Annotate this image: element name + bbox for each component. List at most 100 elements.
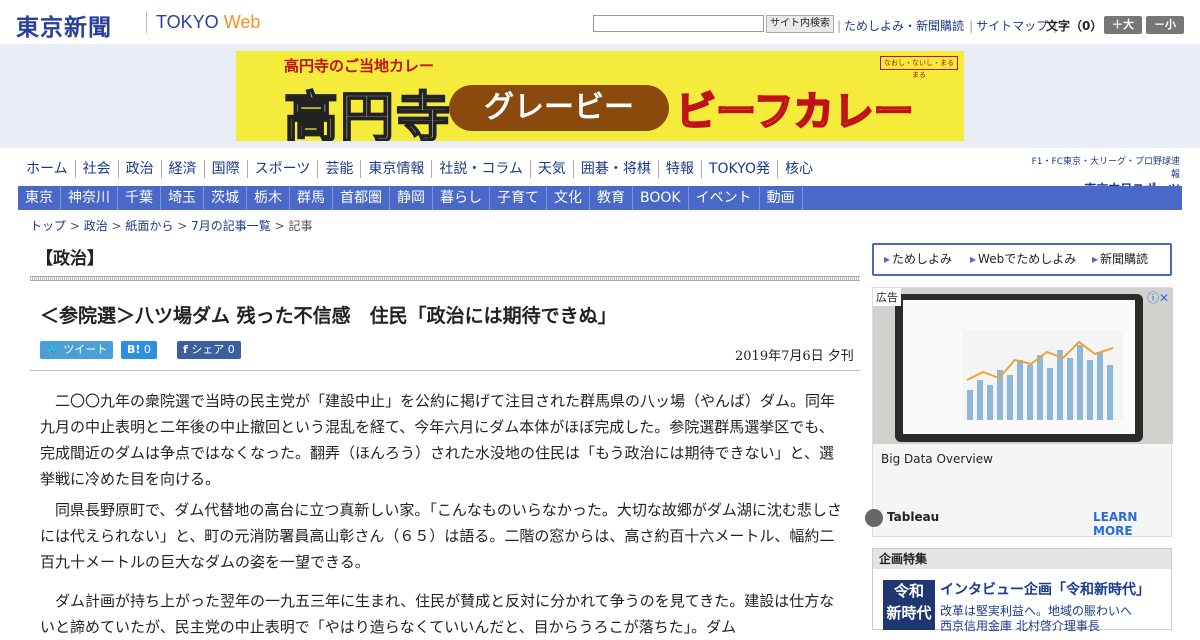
site-search-button[interactable]: サイト内検索 <box>766 15 834 33</box>
logo-tokyo-text: TOKYO <box>156 12 224 32</box>
crumb-politics[interactable]: 政治 <box>84 219 108 233</box>
crumb-separator: > <box>66 219 84 233</box>
facebook-icon: f <box>183 343 188 356</box>
nav2-tochigi[interactable]: 栃木 <box>247 186 290 210</box>
curry-ad-banner[interactable]: 高円寺のご当地カレー 高円寺 グレービー ビーフカレー なおし・ないし・まるまる <box>236 51 964 141</box>
breadcrumb: トップ > 政治 > 紙面から > 7月の記事一覧 > 記事 <box>30 217 312 234</box>
nav-sports[interactable]: スポーツ <box>248 160 319 178</box>
nav-editorial[interactable]: 社説・コラム <box>432 160 531 178</box>
nav-tokyo-hatsu[interactable]: TOKYO発 <box>702 160 778 178</box>
web-trial-button[interactable]: Webでためしよみ <box>970 245 1076 274</box>
sidebar-ad[interactable]: 広告 ⓘ✕ Big Data Overview Tableau LEARN MO… <box>865 287 1173 538</box>
crumb-print[interactable]: 紙面から <box>125 219 173 233</box>
link-sitemap[interactable]: サイトマップ <box>976 19 1048 33</box>
nav2-saitama[interactable]: 埼玉 <box>161 186 204 210</box>
logo-divider <box>146 11 147 33</box>
font-larger-button[interactable]: ＋大 <box>1104 16 1142 34</box>
nav2-gunma[interactable]: 群馬 <box>290 186 333 210</box>
ad-brand-name: Tableau <box>887 510 940 524</box>
subscribe-button[interactable]: 新聞購読 <box>1092 245 1148 274</box>
ad-info-icon[interactable]: ⓘ✕ <box>1147 289 1169 306</box>
tweet-label: ツイート <box>63 343 108 356</box>
nav2-metro[interactable]: 首都圏 <box>333 186 390 210</box>
crumb-july-list[interactable]: 7月の記事一覧 <box>191 219 271 233</box>
nav-entertainment[interactable]: 芸能 <box>318 160 362 178</box>
ad-image: 広告 ⓘ✕ <box>873 288 1173 444</box>
article-paragraph: 二〇〇九年の衆院選で当時の民主党が「建設中止」を公約に掲げて注目された群馬県の八… <box>40 392 836 488</box>
logo-tokyo-web[interactable]: TOKYO Web <box>156 12 260 33</box>
nav2-living[interactable]: 暮らし <box>433 186 490 210</box>
banner-gravy: グレービー <box>449 85 669 131</box>
crumb-separator: > <box>173 219 192 233</box>
nav2-parenting[interactable]: 子育て <box>490 186 547 210</box>
crumb-top[interactable]: トップ <box>30 219 66 233</box>
nav2-book[interactable]: BOOK <box>633 186 689 210</box>
nav-economy[interactable]: 経済 <box>162 160 205 178</box>
ad-label: 広告 <box>873 288 901 306</box>
utility-links: | ためしよみ・新聞購読 | サイトマップ | <box>834 17 1060 34</box>
nav2-education[interactable]: 教育 <box>590 186 633 210</box>
hatena-count: 0 <box>143 343 151 356</box>
article-headline: ＜参院選＞八ツ場ダム 残った不信感 住民「政治には期待できぬ」 <box>40 305 617 327</box>
reiwa-thumbnail[interactable]: 令和 新時代 <box>883 580 935 630</box>
link-trial-subscribe[interactable]: ためしよみ・新聞購読 <box>844 19 964 33</box>
dashboard-chart-icon <box>963 330 1123 420</box>
nav2-video[interactable]: 動画 <box>760 186 803 210</box>
reiwa-thumb-line2: 新時代 <box>886 604 932 622</box>
nav-tokyo-info[interactable]: 東京情報 <box>361 160 433 178</box>
secondary-nav: 東京 神奈川 千葉 埼玉 茨城 栃木 群馬 首都圏 静岡 暮らし 子育て 文化 教育 BOOK イベント 動画 <box>18 186 1182 210</box>
article-paragraph: ダム計画が持ち上がった翌年の一九五三年に生まれ、住民が賛成と反対に分かれて争うの… <box>40 592 835 636</box>
nav2-tokyo[interactable]: 東京 <box>18 186 61 210</box>
reiwa-thumb-line1: 令和 <box>893 582 924 600</box>
ad-banner-area: 高円寺のご当地カレー 高円寺 グレービー ビーフカレー なおし・ないし・まるまる <box>0 44 1200 148</box>
ad-brand: Tableau <box>865 509 940 527</box>
primary-nav: ホーム 社会 政治 経済 国際 スポーツ 芸能 東京情報 社説・コラム 天気 囲碁・将棋 特報 TOKY… <box>18 160 820 182</box>
section-divider <box>30 276 860 281</box>
banner-koenji: 高円寺 <box>283 85 452 141</box>
globe-icon <box>865 509 883 527</box>
site-header: 東京新聞 TOKYO Web サイト内検索 | ためしよみ・新聞購読 | サイトマップ… <box>0 0 1200 44</box>
article-date: 2019年7月6日 夕刊 <box>735 349 854 364</box>
article-divider <box>30 370 860 371</box>
ad-title: Big Data Overview <box>881 452 993 466</box>
trial-read-button[interactable]: ためしよみ <box>884 245 952 274</box>
site-search-input[interactable] <box>593 15 764 32</box>
chunichi-tagline: F1・FC東京・大リーグ・プロ野球速報 <box>1031 157 1180 180</box>
font-size-label: 文字（0） <box>1046 19 1103 33</box>
nav2-chiba[interactable]: 千葉 <box>118 186 161 210</box>
section-title: 【政治】 <box>36 249 104 269</box>
nav2-ibaraki[interactable]: 茨城 <box>204 186 247 210</box>
crumb-current: 記事 <box>288 219 313 233</box>
nav-weather[interactable]: 天気 <box>531 160 574 178</box>
hatena-icon: B! <box>127 343 141 356</box>
logo-tokyo-shimbun[interactable]: 東京新聞 <box>16 8 112 42</box>
facebook-share-label: シェア 0 <box>191 343 235 356</box>
tweet-button[interactable]: 🐦 ツイート <box>40 341 114 359</box>
nav2-culture[interactable]: 文化 <box>547 186 590 210</box>
nav-go-shogi[interactable]: 囲碁・将棋 <box>574 160 659 178</box>
nav-politics[interactable]: 政治 <box>119 160 162 178</box>
nav-home[interactable]: ホーム <box>18 160 76 178</box>
feature-line2: 西京信用金庫 北村啓介理事長 <box>940 619 1100 633</box>
link-divider: | <box>837 19 842 33</box>
nav2-events[interactable]: イベント <box>689 186 760 210</box>
hatena-button[interactable]: B! 0 <box>121 341 157 359</box>
nav2-kanagawa[interactable]: 神奈川 <box>61 186 118 210</box>
banner-stamp: なおし・ないし・まるまる <box>880 56 958 79</box>
learn-more-button[interactable]: LEARN MORE <box>1093 510 1171 538</box>
feature-title[interactable]: インタビュー企画「令和新時代」 <box>940 579 1150 599</box>
logo-web-text: Web <box>223 12 261 32</box>
dashboard-screen <box>903 300 1135 434</box>
nav2-shizuoka[interactable]: 静岡 <box>390 186 433 210</box>
nav-core[interactable]: 核心 <box>778 160 820 178</box>
feature-line1: 改革は堅実利益へ。地域の賑わいへ <box>940 604 1133 618</box>
subscription-buttons: ためしよみ Webでためしよみ 新聞購読 <box>872 243 1172 276</box>
font-smaller-button[interactable]: －小 <box>1146 16 1184 34</box>
nav-international[interactable]: 国際 <box>205 160 248 178</box>
laptop-image <box>895 294 1143 442</box>
crumb-separator: > <box>270 219 289 233</box>
nav-society[interactable]: 社会 <box>76 160 119 178</box>
facebook-share-button[interactable]: f シェア 0 <box>177 341 241 359</box>
nav-special-report[interactable]: 特報 <box>659 160 702 178</box>
twitter-icon: 🐦 <box>46 343 60 356</box>
